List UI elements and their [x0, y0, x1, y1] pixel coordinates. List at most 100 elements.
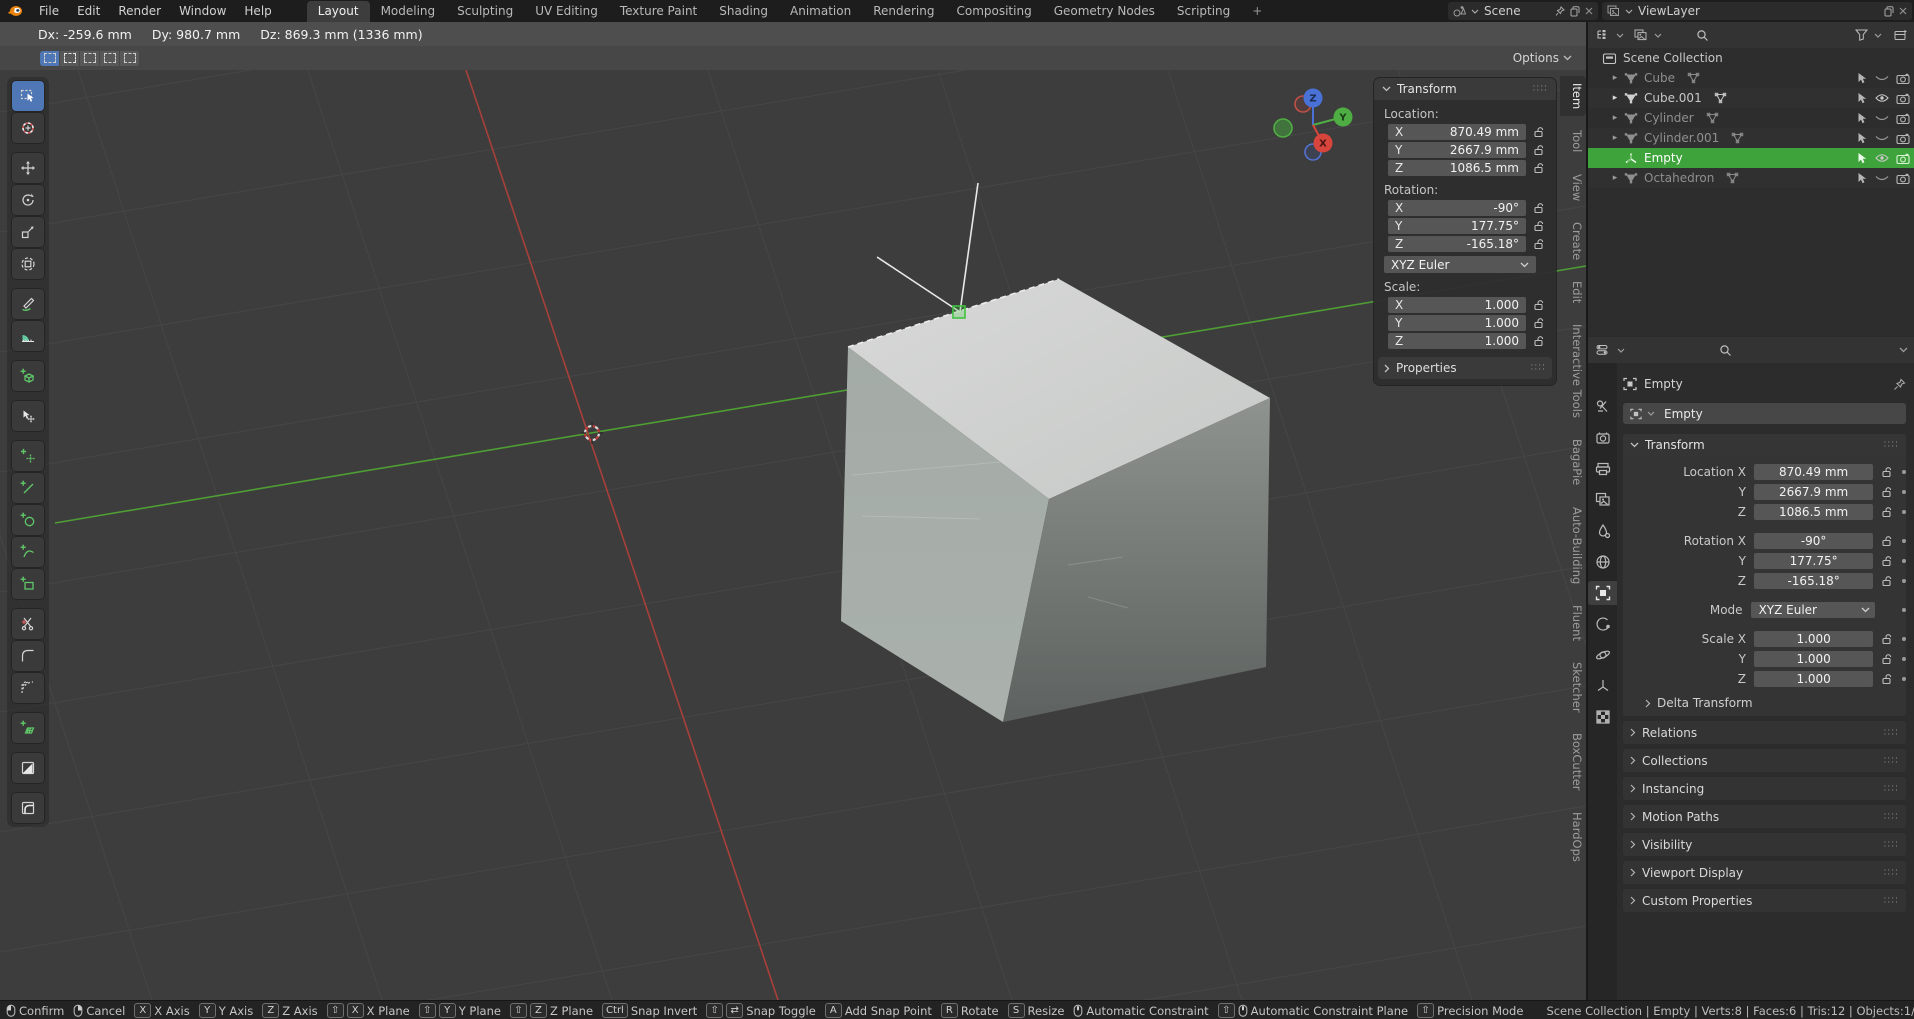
- selectability-icon[interactable]: [1857, 152, 1868, 165]
- properties-tab-scene[interactable]: [1588, 519, 1617, 543]
- lock-icon[interactable]: [1533, 238, 1545, 250]
- animate-decorator[interactable]: [1902, 538, 1906, 543]
- lock-icon[interactable]: [1533, 126, 1545, 138]
- sidebar-tab-auto-building[interactable]: Auto-Building: [1560, 500, 1586, 591]
- tool-boolean-slice[interactable]: [12, 753, 44, 783]
- eye-closed-icon[interactable]: [1875, 113, 1889, 123]
- property-field[interactable]: -90°: [1754, 532, 1874, 549]
- add-workspace-button[interactable]: +: [1241, 1, 1273, 22]
- outliner-row-octahedron[interactable]: ▸ Octahedron: [1588, 168, 1914, 188]
- selectability-icon[interactable]: [1857, 172, 1868, 185]
- chevron-down-icon[interactable]: [1899, 347, 1908, 353]
- eye-open-icon[interactable]: [1875, 153, 1889, 163]
- lock-icon[interactable]: [1881, 673, 1893, 685]
- menu-window[interactable]: Window: [170, 2, 235, 20]
- lock-icon[interactable]: [1881, 486, 1893, 498]
- npanel-scale-x-field[interactable]: X 1.000: [1388, 297, 1526, 313]
- npanel-location-y-field[interactable]: Y 2667.9 mm: [1388, 142, 1526, 158]
- panel-grip[interactable]: ···· ····: [1884, 894, 1899, 907]
- object-name-field[interactable]: Empty: [1623, 403, 1906, 424]
- sidebar-tab-create[interactable]: Create: [1560, 215, 1586, 267]
- section-custom-properties[interactable]: Custom Properties ···· ····: [1623, 889, 1906, 912]
- section-visibility[interactable]: Visibility ···· ····: [1623, 833, 1906, 856]
- sidebar-tab-edit[interactable]: Edit: [1560, 274, 1586, 310]
- properties-tab-data[interactable]: [1588, 674, 1617, 698]
- lock-icon[interactable]: [1533, 144, 1545, 156]
- section-viewport-display[interactable]: Viewport Display ···· ····: [1623, 861, 1906, 884]
- animate-decorator[interactable]: [1902, 607, 1906, 612]
- properties-subpanel-header[interactable]: Properties ···· ····: [1378, 357, 1552, 379]
- tool-add-circle[interactable]: [12, 505, 44, 535]
- workspace-tab-shading[interactable]: Shading: [708, 1, 779, 22]
- select-mode-new[interactable]: [40, 50, 59, 66]
- lock-icon[interactable]: [1533, 220, 1545, 232]
- panel-grip[interactable]: ···· ····: [1884, 838, 1899, 851]
- workspace-tab-uv-editing[interactable]: UV Editing: [524, 1, 609, 22]
- expander-icon[interactable]: ▸: [1610, 93, 1620, 103]
- properties-tab-object[interactable]: [1588, 581, 1617, 605]
- tool-tweak[interactable]: [12, 401, 44, 431]
- animate-decorator[interactable]: [1902, 509, 1906, 514]
- expander-icon[interactable]: ▸: [1610, 133, 1620, 143]
- blender-logo-icon[interactable]: [0, 4, 30, 18]
- outliner-row-cube-001[interactable]: ▸ Cube.001: [1588, 88, 1914, 108]
- camera-icon[interactable]: [1896, 93, 1910, 104]
- panel-grip[interactable]: ···· ····: [1533, 83, 1548, 96]
- rotation-mode-dropdown[interactable]: XYZ Euler: [1384, 256, 1536, 273]
- property-field[interactable]: 870.49 mm: [1754, 463, 1874, 480]
- outliner-row-cylinder[interactable]: ▸ Cylinder: [1588, 108, 1914, 128]
- panel-grip[interactable]: ···· ····: [1884, 810, 1899, 823]
- sidebar-tab-bagapie[interactable]: BagaPie: [1560, 432, 1586, 492]
- camera-icon[interactable]: [1896, 153, 1910, 164]
- expander-icon[interactable]: ▸: [1610, 173, 1620, 183]
- workspace-tab-compositing[interactable]: Compositing: [945, 1, 1042, 22]
- menu-file[interactable]: File: [30, 2, 68, 20]
- editor-type-icon[interactable]: [1596, 29, 1610, 41]
- tool-add-arc[interactable]: [12, 537, 44, 567]
- panel-grip[interactable]: ···· ····: [1884, 726, 1899, 739]
- scene-selector[interactable]: Scene: [1448, 2, 1598, 20]
- expander-icon[interactable]: ▸: [1610, 113, 1620, 123]
- outliner-row-scene-collection[interactable]: Scene Collection: [1588, 48, 1914, 68]
- section-collections[interactable]: Collections ···· ····: [1623, 749, 1906, 772]
- search-icon[interactable]: [1696, 29, 1709, 42]
- animate-decorator[interactable]: [1902, 656, 1906, 661]
- viewport-3d[interactable]: Z Y X Options Transform ···· ···· Locatio…: [0, 46, 1586, 1000]
- sidebar-tab-boxcutter[interactable]: BoxCutter: [1560, 726, 1586, 798]
- npanel-rotation-x-field[interactable]: X -90°: [1388, 200, 1526, 216]
- new-collection-icon[interactable]: [1894, 29, 1908, 41]
- lock-icon[interactable]: [1881, 575, 1893, 587]
- camera-icon[interactable]: [1896, 173, 1910, 184]
- lock-icon[interactable]: [1533, 299, 1545, 311]
- filter-icon[interactable]: [1855, 29, 1868, 41]
- animate-decorator[interactable]: [1902, 469, 1906, 474]
- tool-move[interactable]: [12, 153, 44, 183]
- lock-icon[interactable]: [1881, 506, 1893, 518]
- tool-add-line[interactable]: [12, 473, 44, 503]
- tool-trim[interactable]: [12, 609, 44, 639]
- viewlayer-selector[interactable]: ViewLayer: [1602, 2, 1912, 20]
- selectability-icon[interactable]: [1857, 112, 1868, 125]
- copy-icon[interactable]: [1884, 5, 1894, 17]
- display-mode-icon[interactable]: [1634, 29, 1648, 41]
- npanel-scale-y-field[interactable]: Y 1.000: [1388, 315, 1526, 331]
- tool-scale[interactable]: [12, 217, 44, 247]
- tool-cursor[interactable]: [12, 113, 44, 143]
- eye-closed-icon[interactable]: [1875, 73, 1889, 83]
- close-icon[interactable]: [1585, 7, 1593, 15]
- npanel-location-x-field[interactable]: X 870.49 mm: [1388, 124, 1526, 140]
- lock-icon[interactable]: [1881, 633, 1893, 645]
- properties-tab-output[interactable]: [1588, 457, 1617, 481]
- panel-grip[interactable]: ···· ····: [1884, 754, 1899, 767]
- property-field[interactable]: 1086.5 mm: [1754, 503, 1874, 520]
- sidebar-tab-fluent[interactable]: Fluent: [1560, 598, 1586, 648]
- menu-render[interactable]: Render: [109, 2, 170, 20]
- property-field[interactable]: 1.000: [1754, 670, 1874, 687]
- options-button[interactable]: Options: [1513, 51, 1572, 65]
- copy-icon[interactable]: [1570, 5, 1580, 17]
- tool-add-grid[interactable]: [12, 713, 44, 743]
- section-relations[interactable]: Relations ···· ····: [1623, 721, 1906, 744]
- selectability-icon[interactable]: [1857, 72, 1868, 85]
- npanel-rotation-z-field[interactable]: Z -165.18°: [1388, 236, 1526, 252]
- property-field[interactable]: -165.18°: [1754, 572, 1874, 589]
